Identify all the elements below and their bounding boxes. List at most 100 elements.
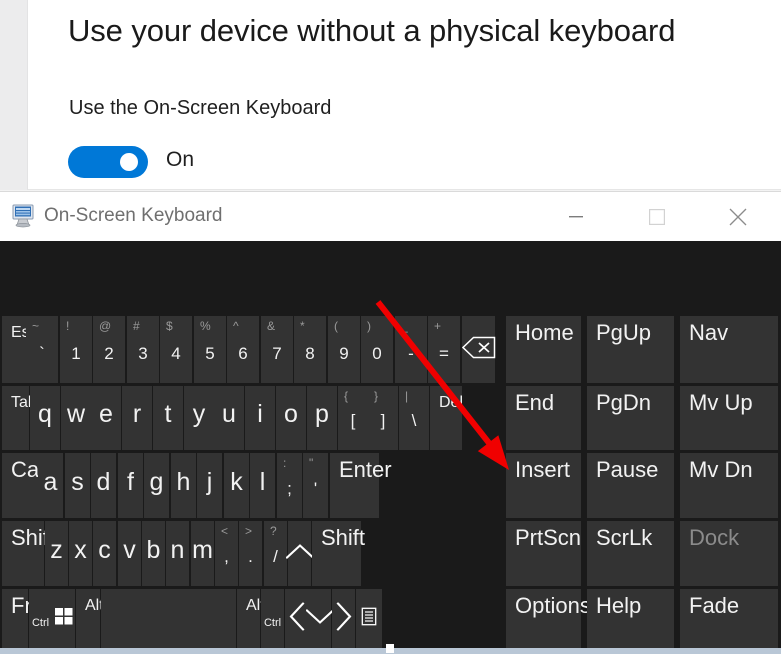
key-tab[interactable]: Tab: [2, 386, 37, 450]
key-f[interactable]: f: [118, 453, 143, 518]
key-label: b: [146, 535, 161, 564]
key-b[interactable]: b: [142, 521, 165, 586]
key-del[interactable]: Del: [430, 386, 463, 450]
key-shifted-label: <: [221, 524, 229, 538]
window-titlebar[interactable]: On-Screen Keyboard: [0, 192, 781, 241]
key-backslash[interactable]: | \: [399, 386, 429, 450]
key-x[interactable]: x: [69, 521, 92, 586]
key-j[interactable]: j: [197, 453, 222, 518]
key-g[interactable]: g: [144, 453, 169, 518]
key-lalt[interactable]: Alt: [76, 589, 104, 648]
key-up[interactable]: [285, 521, 314, 586]
key-d[interactable]: d: [91, 453, 116, 518]
key-right[interactable]: [332, 589, 355, 648]
key-lshift[interactable]: Shift: [2, 521, 55, 586]
navkey-label: Options: [515, 593, 591, 618]
key-c[interactable]: c: [93, 521, 116, 586]
navkey-pgdn[interactable]: PgDn: [587, 386, 674, 450]
key-7[interactable]: & 7: [261, 316, 293, 383]
key-p[interactable]: p: [307, 386, 337, 450]
navkey-pgup[interactable]: PgUp: [587, 316, 674, 383]
maximize-button[interactable]: [634, 192, 680, 241]
key-2[interactable]: @2: [93, 316, 125, 383]
key-w[interactable]: w: [61, 386, 91, 450]
key-5[interactable]: % 5: [194, 316, 226, 383]
key-label: y: [192, 400, 206, 429]
key-8[interactable]: * 8: [294, 316, 326, 383]
key-equals[interactable]: + =: [428, 316, 460, 383]
key-i[interactable]: i: [245, 386, 275, 450]
status-bar-nub: [386, 644, 394, 653]
key-rbracket[interactable]: }]: [368, 386, 398, 450]
key-caps[interactable]: Caps: [2, 453, 62, 518]
navkey-home[interactable]: Home: [506, 316, 581, 383]
key-win[interactable]: [52, 589, 75, 648]
key-space[interactable]: [101, 589, 236, 648]
key-menu[interactable]: [356, 589, 382, 648]
key-shifted-label: {: [344, 389, 349, 403]
key-ralt[interactable]: Alt: [237, 589, 265, 648]
key-3[interactable]: #3: [127, 316, 159, 383]
key-period[interactable]: >.: [239, 521, 262, 586]
navkey-help[interactable]: Help: [587, 589, 674, 648]
key-e[interactable]: e: [91, 386, 121, 450]
key-rctrl[interactable]: Ctrl: [261, 589, 284, 648]
navkey-scrlk[interactable]: ScrLk: [587, 521, 674, 586]
key-l[interactable]: l: [250, 453, 275, 518]
key-q[interactable]: q: [30, 386, 60, 450]
close-button[interactable]: [715, 192, 761, 241]
key-v[interactable]: v: [118, 521, 141, 586]
key-r[interactable]: r: [122, 386, 152, 450]
key-9[interactable]: (9: [328, 316, 360, 383]
key-shifted-label: }: [374, 389, 379, 403]
key-minus[interactable]: _ -: [395, 316, 427, 383]
key-a[interactable]: a: [38, 453, 63, 518]
key-n[interactable]: n: [166, 521, 189, 586]
key-s[interactable]: s: [65, 453, 90, 518]
navkey-nav[interactable]: Nav: [680, 316, 778, 383]
key-comma[interactable]: <,: [215, 521, 238, 586]
key-6[interactable]: ^ 6: [227, 316, 259, 383]
key-semicolon[interactable]: :;: [277, 453, 302, 518]
key-down[interactable]: [305, 589, 334, 648]
key-esc[interactable]: Esc: [2, 316, 38, 383]
key-lctrl[interactable]: Ctrl: [29, 589, 52, 648]
key-k[interactable]: k: [224, 453, 249, 518]
key-0[interactable]: ) 0: [361, 316, 393, 383]
key-z[interactable]: z: [45, 521, 68, 586]
minimize-button[interactable]: [553, 192, 599, 241]
key-backspace[interactable]: [461, 316, 495, 383]
key-rshift[interactable]: Shift: [312, 521, 365, 586]
key-label: z: [50, 535, 63, 564]
settings-rail-divider: [27, 0, 28, 190]
on-screen-keyboard-toggle[interactable]: [68, 146, 148, 178]
key-u[interactable]: u: [214, 386, 244, 450]
key-backtick[interactable]: ~ `: [26, 316, 58, 383]
navkey-mvdn[interactable]: Mv Dn: [680, 453, 778, 518]
key-base-label: .: [248, 547, 253, 566]
navkey-insert[interactable]: Insert: [506, 453, 581, 518]
key-fn[interactable]: Fn: [2, 589, 37, 648]
key-lbracket[interactable]: {[: [338, 386, 368, 450]
navkey-mvup[interactable]: Mv Up: [680, 386, 778, 450]
arrow-right-icon: [336, 601, 352, 635]
key-t[interactable]: t: [153, 386, 183, 450]
key-o[interactable]: o: [276, 386, 306, 450]
navkey-pause[interactable]: Pause: [587, 453, 674, 518]
key-y[interactable]: y: [184, 386, 214, 450]
navkey-end[interactable]: End: [506, 386, 581, 450]
key-4[interactable]: $4: [160, 316, 192, 383]
navkey-options[interactable]: Options: [506, 589, 591, 648]
key-1[interactable]: ! 1: [60, 316, 92, 383]
key-label: s: [71, 467, 84, 496]
key-quote[interactable]: " ': [303, 453, 328, 518]
navkey-prtscn[interactable]: PrtScn: [506, 521, 581, 586]
key-slash[interactable]: ? /: [264, 521, 287, 586]
navkey-fade[interactable]: Fade: [680, 589, 778, 648]
key-h[interactable]: h: [171, 453, 196, 518]
key-enter[interactable]: Enter: [330, 453, 392, 518]
navkey-label: PgDn: [596, 390, 652, 415]
key-m[interactable]: m: [191, 521, 214, 586]
key-label: Ctrl: [263, 616, 282, 629]
key-label: n: [170, 535, 185, 564]
